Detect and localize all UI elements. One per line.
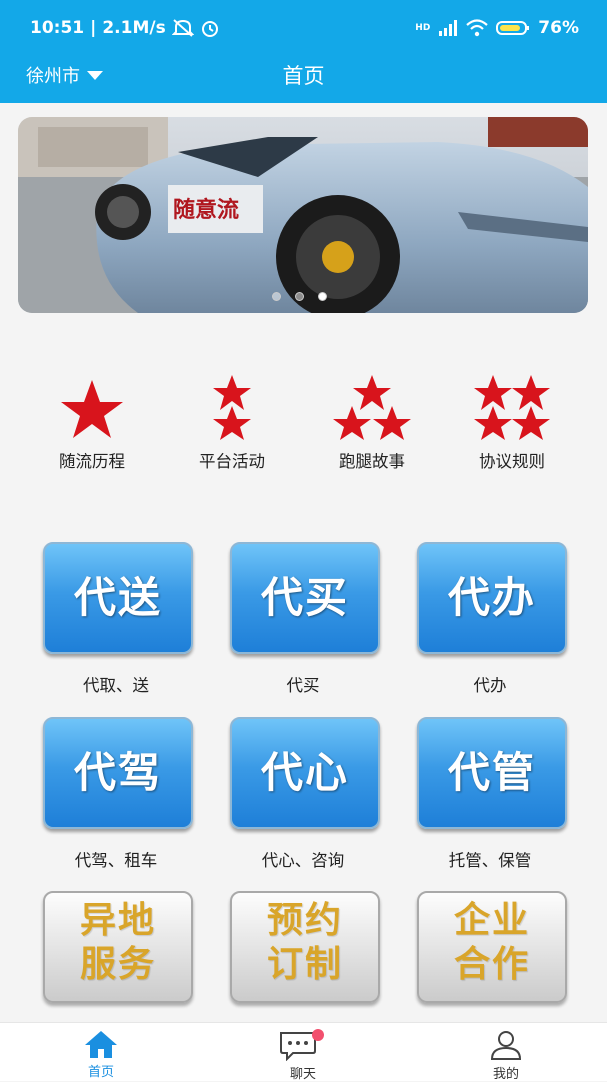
status-time: 10:51: [30, 18, 85, 38]
tab-home[interactable]: 首页: [41, 1029, 161, 1080]
alarm-icon: [201, 21, 218, 37]
tile-text: 代心: [260, 748, 349, 797]
tile-text: 预约 订制: [232, 899, 378, 987]
status-bar: 10:51 | 2.1M/s HD 76%: [30, 15, 579, 41]
one-star-icon: [61, 380, 123, 438]
carousel-indicator: [272, 292, 327, 301]
wifi-icon: [466, 19, 489, 37]
tile-text: 异地 服务: [45, 899, 191, 987]
tile-text: 代买: [260, 573, 349, 622]
carousel-dot-active[interactable]: [318, 292, 327, 301]
chat-icon: [280, 1029, 324, 1061]
tile-text: 企业 合作: [419, 899, 565, 987]
category-label: 随流历程: [59, 452, 125, 471]
service-label: 代取、送: [83, 676, 149, 695]
title-bar: 徐州市 首页: [0, 58, 607, 90]
tab-profile[interactable]: 我的: [446, 1029, 566, 1082]
banner-carousel[interactable]: 随意流: [18, 117, 588, 313]
mute-icon: [171, 19, 194, 37]
battery-level: 76%: [538, 18, 579, 38]
hd-signal-label: HD: [415, 23, 431, 33]
tile-text: 代管: [447, 748, 536, 797]
home-icon: [85, 1031, 117, 1058]
four-stars-icon: [474, 375, 550, 440]
service-tile-purchase[interactable]: 代买: [230, 542, 380, 654]
category-label: 平台活动: [199, 452, 265, 471]
tile-line-1: 企业: [453, 900, 530, 941]
service-tile-custody[interactable]: 代管: [417, 717, 567, 829]
page-title: 首页: [282, 64, 325, 88]
battery-icon: [496, 21, 530, 35]
tile-line-2: 服务: [79, 944, 156, 985]
top-bar: 10:51 | 2.1M/s HD 76% 徐州市 首页: [0, 0, 607, 103]
notification-badge: [312, 1029, 324, 1041]
network-speed: 2.1M/s: [102, 18, 166, 38]
service-tile-enterprise[interactable]: 企业 合作: [417, 891, 567, 1003]
tab-label: 聊天: [289, 1067, 316, 1082]
category-stories[interactable]: 跑腿故事: [312, 370, 432, 472]
bottom-tab-bar: 首页 聊天 我的: [0, 1022, 607, 1082]
carousel-dot[interactable]: [272, 292, 281, 301]
service-tile-reservation[interactable]: 预约 订制: [230, 891, 380, 1003]
tab-label: 首页: [87, 1065, 114, 1080]
tab-label: 我的: [492, 1067, 519, 1082]
category-activities[interactable]: 平台活动: [172, 370, 292, 472]
category-rules[interactable]: 协议规则: [452, 370, 572, 472]
category-label: 协议规则: [479, 452, 545, 471]
service-label: 代办: [473, 676, 507, 695]
tab-chat[interactable]: 聊天: [243, 1029, 363, 1082]
service-label: 代驾、租车: [74, 851, 158, 870]
three-stars-icon: [333, 375, 411, 440]
service-tile-consulting[interactable]: 代心: [230, 717, 380, 829]
tile-line-2: 合作: [453, 944, 530, 985]
banner-car-image: 随意流: [18, 117, 588, 313]
tile-text: 代驾: [73, 748, 162, 797]
service-tile-remote[interactable]: 异地 服务: [43, 891, 193, 1003]
tile-text: 代送: [73, 573, 162, 622]
category-history[interactable]: 随流历程: [32, 370, 152, 472]
user-icon: [490, 1031, 522, 1060]
service-tile-driving[interactable]: 代驾: [43, 717, 193, 829]
two-stars-icon: [213, 375, 251, 440]
service-label: 代买: [286, 676, 320, 695]
tile-line-1: 异地: [79, 900, 156, 941]
service-label: 托管、保管: [448, 851, 532, 870]
carousel-dot[interactable]: [295, 292, 304, 301]
category-label: 跑腿故事: [339, 452, 405, 471]
tile-line-2: 订制: [266, 944, 343, 985]
banner-car-text: 随意流: [173, 197, 239, 223]
service-label: 代心、咨询: [261, 851, 345, 870]
tile-line-1: 预约: [266, 900, 343, 941]
tile-text: 代办: [447, 573, 536, 622]
service-tile-delivery[interactable]: 代送: [43, 542, 193, 654]
service-tile-errands[interactable]: 代办: [417, 542, 567, 654]
status-separator: |: [90, 18, 97, 38]
cell-signal-icon: [439, 20, 458, 36]
